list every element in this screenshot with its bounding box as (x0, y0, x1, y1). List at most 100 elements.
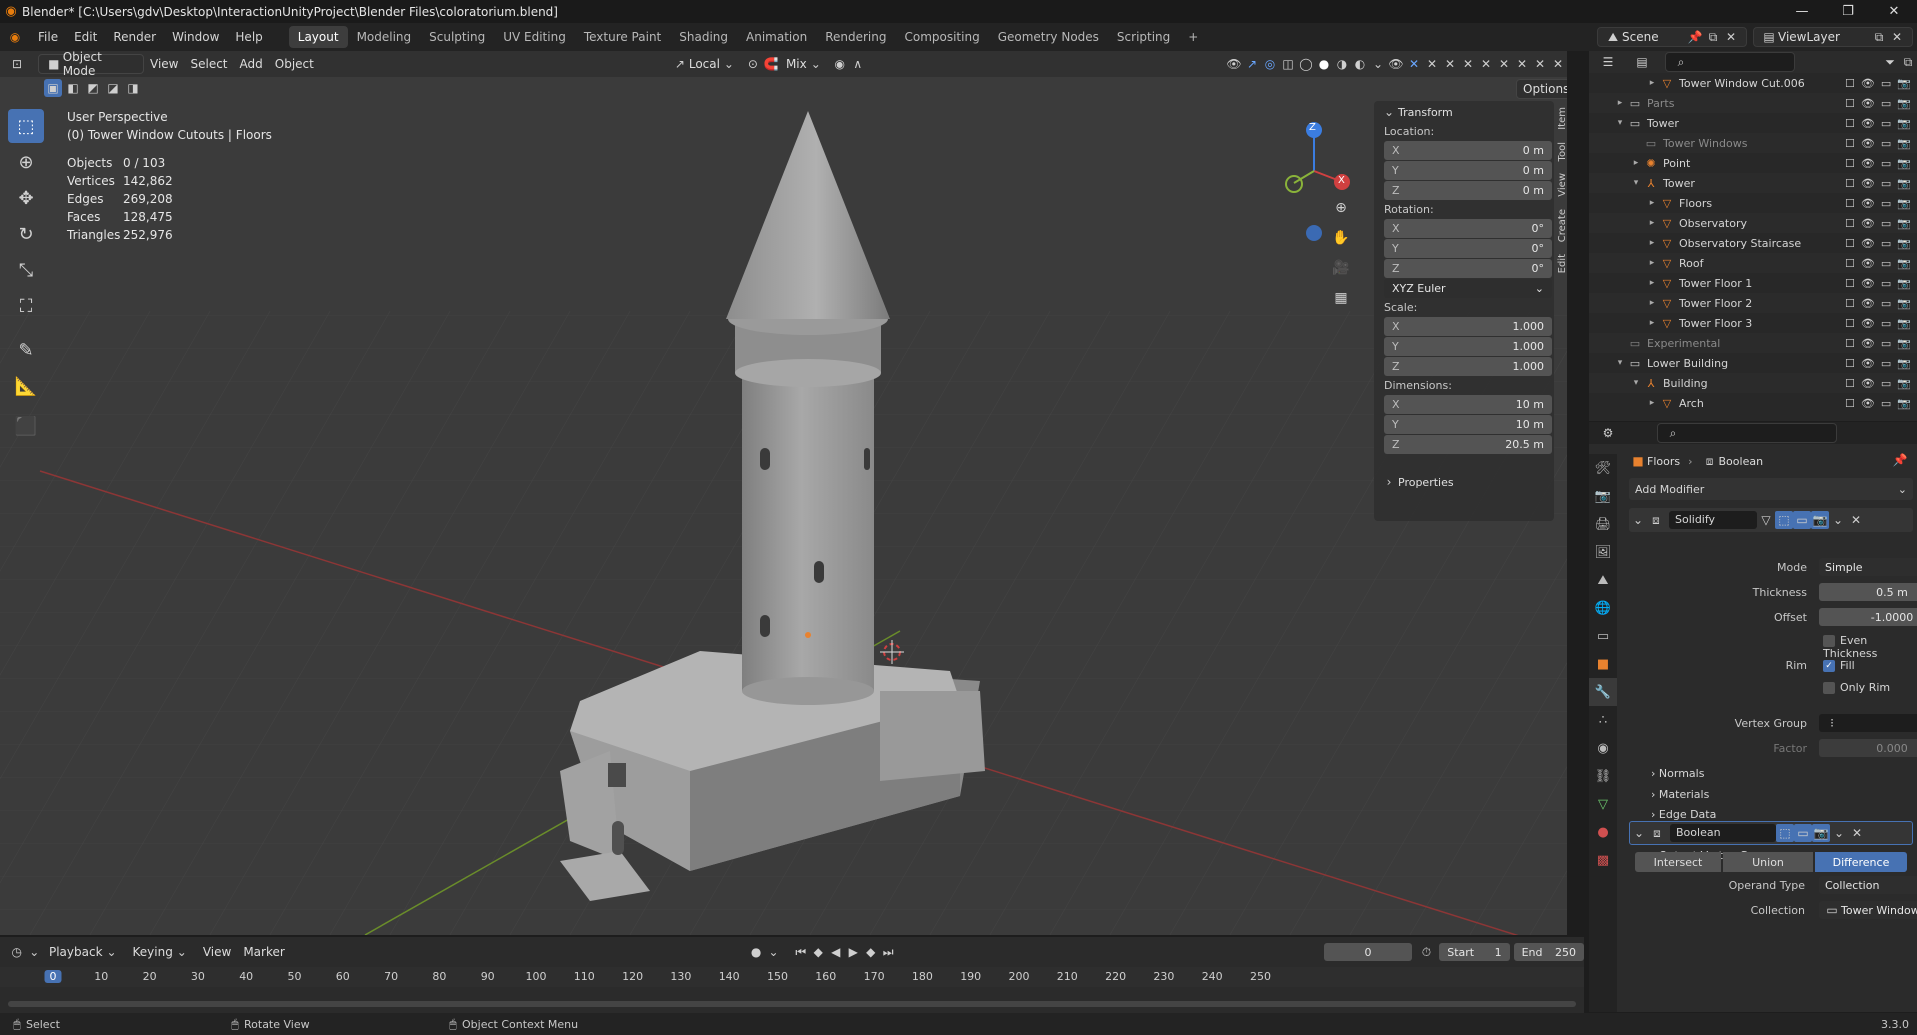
rotation-mode-dropdown[interactable]: XYZ Euler ⌄ (1384, 279, 1552, 298)
constraints-tab-icon[interactable]: ⛓ (1589, 762, 1617, 790)
select-invert-icon[interactable]: ◪ (104, 79, 122, 97)
even-thickness-checkbox[interactable]: Even Thickness (1823, 634, 1917, 660)
eye-icon[interactable]: 👁 (1861, 137, 1875, 150)
material-tab-icon[interactable]: ● (1589, 818, 1617, 846)
outliner-item-name[interactable]: Point (1663, 157, 1690, 170)
exclude-checkbox-icon[interactable]: ☐ (1845, 277, 1855, 290)
camera-icon[interactable]: 📷 (1897, 137, 1911, 150)
operand-type-dropdown[interactable]: Collection ⌄ (1819, 876, 1917, 894)
eye-icon[interactable]: 👁 (1861, 217, 1875, 230)
expand-toggle-icon[interactable]: ▸ (1645, 398, 1659, 408)
monitor-icon[interactable]: ▭ (1881, 397, 1891, 410)
scale-y-field[interactable]: Y 1.000 (1384, 337, 1552, 356)
outliner-item-name[interactable]: Tower (1663, 177, 1695, 190)
view-layer-tab-icon[interactable]: 🖼 (1589, 538, 1617, 566)
output-tab-icon[interactable]: 🖨 (1589, 510, 1617, 538)
boolean-difference-button[interactable]: Difference (1815, 852, 1907, 872)
monitor-icon[interactable]: ▭ (1881, 277, 1891, 290)
expand-toggle-icon[interactable]: ▾ (1629, 178, 1643, 188)
shading-options-icon[interactable]: ⌄ (1369, 55, 1387, 73)
next-keyframe-icon[interactable]: ◆ (862, 943, 879, 961)
sidebar-tab-item[interactable]: Item (1557, 101, 1567, 136)
outliner-row[interactable]: ▸ ▽ Tower Floor 2 ☐ 👁 ▭ 📷 (1589, 293, 1917, 313)
timeline-menu-keying[interactable]: Keying ⌄ (127, 942, 197, 962)
monitor-icon[interactable]: ▭ (1881, 97, 1891, 110)
ortho-toggle-icon[interactable]: ▦ (1332, 283, 1350, 313)
expand-toggle-icon[interactable]: ▾ (1629, 378, 1643, 388)
rotation-x-field[interactable]: X 0° (1384, 219, 1552, 238)
outliner-item-name[interactable]: Tower Floor 2 (1679, 297, 1752, 310)
workspace-tab-layout[interactable]: Layout (288, 26, 348, 48)
outliner-row[interactable]: ▭ Tower Windows ☐ 👁 ▭ 📷 (1589, 133, 1917, 153)
current-frame-field[interactable]: 0 (1324, 943, 1412, 961)
outliner-row[interactable]: ▭ Experimental ☐ 👁 ▭ 📷 (1589, 333, 1917, 353)
toggle-x-icon[interactable]: ✕ (1495, 55, 1513, 73)
outliner-item-name[interactable]: Parts (1647, 97, 1674, 110)
viewport-menu-add[interactable]: Add (234, 54, 269, 74)
expand-toggle-icon[interactable]: ▸ (1645, 198, 1659, 208)
camera-icon[interactable]: 📷 (1897, 97, 1911, 110)
outliner-row[interactable]: ▸ ▽ Tower Window Cut.006 ☐ 👁 ▭ 📷 (1589, 73, 1917, 93)
outliner-item-name[interactable]: Tower Floor 1 (1679, 277, 1752, 290)
select-box-tool-icon[interactable]: ⬚ (8, 109, 44, 143)
physics-tab-icon[interactable]: ◉ (1589, 734, 1617, 762)
record-keyframe-icon[interactable]: ● (747, 943, 764, 961)
toggle-x-icon[interactable]: ✕ (1459, 55, 1477, 73)
location-y-field[interactable]: Y 0 m (1384, 161, 1552, 180)
expand-toggle-icon[interactable]: ▸ (1645, 298, 1659, 308)
outliner-item-name[interactable]: Tower Windows (1663, 137, 1747, 150)
exclude-checkbox-icon[interactable]: ☐ (1845, 237, 1855, 250)
outliner-row[interactable]: ▸ ▽ Arch ☐ 👁 ▭ 📷 (1589, 393, 1917, 413)
rotate-tool-icon[interactable]: ↻ (8, 217, 44, 251)
close-window-button[interactable]: ✕ (1871, 0, 1917, 23)
monitor-icon[interactable]: ▭ (1881, 137, 1891, 150)
exclude-checkbox-icon[interactable]: ☐ (1845, 77, 1855, 90)
scene-selector[interactable]: ⛰ Scene 📌 ⧉ ✕ (1597, 27, 1747, 47)
scene-tab-icon[interactable]: ⛰ (1589, 566, 1617, 594)
rotation-y-field[interactable]: Y 0° (1384, 239, 1552, 258)
outliner-row[interactable]: ▸ ✺ Point ☐ 👁 ▭ 📷 (1589, 153, 1917, 173)
editor-type-icon[interactable]: ⊡ (8, 55, 26, 73)
eye-icon[interactable]: 👁 (1861, 257, 1875, 270)
remove-modifier-icon[interactable]: ✕ (1848, 824, 1866, 842)
boolean-intersect-button[interactable]: Intersect (1635, 852, 1721, 872)
boolean-name-field[interactable]: Boolean (1670, 824, 1776, 842)
camera-icon[interactable]: 📷 (1897, 237, 1911, 250)
subpanel-normals[interactable]: › Normals (1651, 767, 1704, 780)
eye-icon[interactable]: 👁 (1861, 197, 1875, 210)
monitor-icon[interactable]: ▭ (1881, 217, 1891, 230)
exclude-checkbox-icon[interactable]: ☐ (1845, 337, 1855, 350)
solid-shading-icon[interactable]: ● (1315, 55, 1333, 73)
toggle-x-icon[interactable]: ✕ (1531, 55, 1549, 73)
exclude-checkbox-icon[interactable]: ☐ (1845, 177, 1855, 190)
exclude-checkbox-icon[interactable]: ☐ (1845, 197, 1855, 210)
jump-start-icon[interactable]: ⏮ (792, 943, 809, 961)
workspace-tab-uv-editing[interactable]: UV Editing (494, 26, 575, 48)
monitor-icon[interactable]: ▭ (1881, 197, 1891, 210)
workspace-tab-scripting[interactable]: Scripting (1108, 26, 1179, 48)
cursor-tool-icon[interactable]: ⊕ (8, 145, 44, 179)
modifier-options-icon[interactable]: ⌄ (1829, 511, 1847, 529)
workspace-tab-texture-paint[interactable]: Texture Paint (575, 26, 670, 48)
boolean-modifier-header[interactable]: ⌄ ⧈ Boolean ⬚ ▭ 📷 ⌄ ✕ (1629, 821, 1913, 845)
expand-toggle-icon[interactable]: ▸ (1645, 78, 1659, 88)
falloff-icon[interactable]: ∧ (849, 55, 867, 73)
properties-editor-icon[interactable]: ⚙ (1599, 424, 1617, 442)
eye-icon[interactable]: 👁 (1861, 237, 1875, 250)
exclude-checkbox-icon[interactable]: ☐ (1845, 117, 1855, 130)
menu-edit[interactable]: Edit (66, 23, 105, 51)
pan-hand-icon[interactable]: ✋ (1332, 223, 1350, 253)
camera-icon[interactable]: 📷 (1897, 357, 1911, 370)
exclude-checkbox-icon[interactable]: ☐ (1845, 317, 1855, 330)
workspace-tab-geometry-nodes[interactable]: Geometry Nodes (989, 26, 1108, 48)
viewport-menu-view[interactable]: View (144, 54, 184, 74)
outliner-item-name[interactable]: Tower Window Cut.006 (1679, 77, 1805, 90)
eye-icon[interactable]: 👁 (1861, 397, 1875, 410)
select-extend-icon[interactable]: ◧ (64, 79, 82, 97)
select-subtract-icon[interactable]: ◩ (84, 79, 102, 97)
location-z-field[interactable]: Z 0 m (1384, 181, 1552, 200)
outliner-row[interactable]: ▸ ▭ Parts ☐ 👁 ▭ 📷 (1589, 93, 1917, 113)
menu-file[interactable]: File (30, 23, 66, 51)
fill-checkbox[interactable]: ✓ Fill (1823, 659, 1855, 672)
vertex-group-field[interactable]: ⁝ (1819, 714, 1917, 732)
